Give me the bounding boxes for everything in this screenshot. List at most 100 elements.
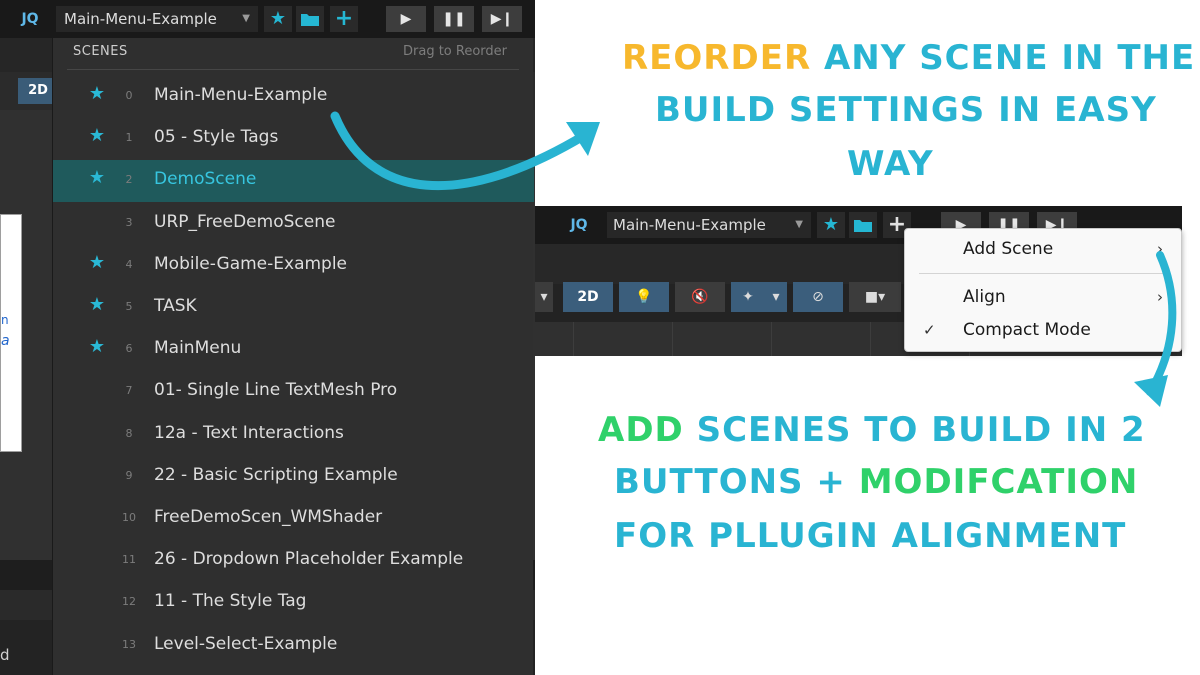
chevron-down-icon: ▼	[242, 13, 250, 24]
jq-logo[interactable]: JQ	[10, 7, 50, 31]
scene-name: Main-Menu-Example	[154, 85, 328, 105]
scene-index: 9	[125, 468, 133, 482]
headline-bottom-line2: buttons + modifcation	[614, 462, 1138, 502]
headline-top-line3: way	[847, 144, 934, 184]
menu-item-compact-mode[interactable]: ✓ Compact Mode	[905, 315, 1183, 345]
chevron-right-icon: ›	[1157, 240, 1163, 258]
scene-name: URP_FreeDemoScene	[154, 211, 336, 232]
jq-logo[interactable]: JQ	[559, 213, 599, 237]
scene-name: 22 - Basic Scripting Example	[154, 464, 398, 485]
scene-index: 0	[125, 89, 133, 102]
arrow-head	[566, 122, 600, 156]
chevron-down-icon[interactable]: ▾	[535, 282, 553, 312]
scene-index: 10	[122, 511, 136, 524]
scene-name: TASK	[154, 296, 197, 316]
context-menu: Add Scene › Align › ✓ Compact Mode	[904, 228, 1182, 352]
headline-text: scenes to build in 2	[696, 410, 1146, 450]
camera-icon[interactable]: ■▾	[849, 282, 901, 312]
scene-row[interactable]: 13 Level-Select-Example	[53, 625, 534, 667]
scene-index: 13	[122, 637, 136, 651]
folder-icon[interactable]	[296, 6, 324, 32]
main-toolbar: JQ Main-Menu-Example ▼ ★ + ▶ ❚❚ ▶❙	[0, 0, 535, 38]
chevron-down-icon[interactable]: ▾	[765, 282, 787, 312]
header-divider	[67, 69, 519, 70]
scene-index: 2	[125, 173, 133, 187]
scene-row[interactable]: 12 11 - The Style Tag	[53, 582, 534, 624]
step-icon[interactable]: ▶❙	[482, 6, 522, 32]
scene-name: 05 - Style Tags	[154, 127, 279, 148]
audio-mute-icon[interactable]: 🔇	[675, 282, 725, 312]
headline-text: buttons +	[614, 462, 846, 502]
scene-selector-dropdown[interactable]: Main-Menu-Example ▼	[56, 6, 258, 32]
star-icon[interactable]: ★	[87, 295, 107, 315]
scene-row[interactable]: ★ 4 Mobile-Game-Example	[53, 245, 534, 287]
plus-icon[interactable]: +	[330, 6, 358, 32]
scene-row[interactable]: 9 22 - Basic Scripting Example	[53, 456, 534, 498]
scenes-dropdown-panel: SCENES Drag to Reorder ★ 0 Main-Menu-Examp…	[52, 38, 534, 675]
headline-highlight-reorder: Reorder	[622, 38, 812, 78]
headline-highlight-add: Add	[598, 410, 684, 450]
scene-selector-dropdown[interactable]: Main-Menu-Example ▼	[607, 212, 811, 238]
scene-row[interactable]: ★ 5 TASK	[53, 287, 534, 329]
scene-name: 12a - Text Interactions	[154, 422, 344, 443]
grid-line	[672, 322, 673, 356]
scene-name: Mobile-Game-Example	[154, 253, 348, 274]
folder-icon[interactable]	[849, 212, 877, 238]
promo-canvas: 2D n a d JQ Main-Menu-Example ▼ ★ + ▶ ❚❚…	[0, 0, 1200, 675]
star-icon[interactable]: ★	[87, 126, 107, 146]
scene-name: Level-Select-Example	[154, 633, 338, 654]
scene-name: 11 - The Style Tag	[154, 591, 307, 612]
scene-row[interactable]: ★ 1 05 - Style Tags	[53, 118, 534, 160]
scene-index: 3	[125, 215, 133, 229]
checkmark-icon: ✓	[923, 321, 936, 339]
headline-top-line2: build settings in easy	[655, 90, 1157, 130]
menu-item-label: Align	[963, 287, 1006, 307]
chevron-right-icon: ›	[1157, 288, 1163, 306]
star-icon[interactable]: ★	[87, 168, 107, 188]
scene-index: 1	[125, 131, 133, 145]
scene-row[interactable]: 10 FreeDemoScen_WMShader	[53, 498, 534, 540]
menu-item-add-scene[interactable]: Add Scene ›	[905, 234, 1183, 264]
headline-top-line1: Reorder any scene in the	[622, 38, 1195, 78]
scene-row[interactable]: ★ 6 MainMenu	[53, 329, 534, 371]
grid-line	[573, 322, 574, 356]
lighting-icon[interactable]: 💡	[619, 282, 669, 312]
star-icon[interactable]: ★	[817, 212, 845, 238]
chevron-down-icon: ▼	[795, 219, 803, 230]
scenes-header: SCENES	[73, 44, 128, 59]
star-icon[interactable]: ★	[87, 337, 107, 357]
menu-item-align[interactable]: Align ›	[905, 282, 1183, 312]
scene-index: 6	[125, 342, 133, 356]
grid-line	[771, 322, 772, 356]
star-icon[interactable]: ★	[264, 6, 292, 32]
scene-index: 8	[125, 426, 133, 440]
scene-index: 4	[125, 257, 133, 271]
current-scene-label: Main-Menu-Example	[613, 216, 766, 234]
scene-name: MainMenu	[154, 338, 242, 359]
scene-index: 7	[125, 384, 133, 398]
scene-row[interactable]: 8 12a - Text Interactions	[53, 414, 534, 456]
scene-row[interactable]: ★ 2 DemoScene	[53, 160, 534, 203]
grid-line	[870, 322, 871, 356]
inspector-text-fragment: a	[1, 333, 10, 349]
inspector-text-fragment: n	[1, 313, 9, 327]
2d-toggle-button[interactable]: 2D	[563, 282, 613, 312]
scene-index: 5	[125, 300, 133, 313]
menu-item-label: Add Scene	[963, 239, 1054, 259]
scene-row[interactable]: 3 URP_FreeDemoScene	[53, 203, 534, 245]
scene-row[interactable]: ★ 0 Main-Menu-Example	[53, 76, 534, 118]
inspector-fragment: n a	[0, 214, 22, 452]
scene-row[interactable]: 11 26 - Dropdown Placeholder Example	[53, 540, 534, 582]
scene-row[interactable]: 7 01- Single Line TextMesh Pro	[53, 371, 534, 413]
headline-highlight-modification: modifcation	[858, 462, 1139, 502]
scene-name: DemoScene	[154, 169, 257, 190]
menu-item-label: Compact Mode	[963, 320, 1091, 340]
star-icon[interactable]: ★	[87, 252, 107, 273]
visibility-off-icon[interactable]: ⊘	[793, 282, 843, 312]
scene-name: 01- Single Line TextMesh Pro	[154, 380, 398, 401]
effects-icon[interactable]: ✦	[731, 282, 765, 312]
play-icon[interactable]: ▶	[386, 6, 426, 32]
drag-hint: Drag to Reorder	[403, 44, 507, 59]
star-icon[interactable]: ★	[87, 84, 107, 104]
pause-icon[interactable]: ❚❚	[434, 6, 474, 32]
